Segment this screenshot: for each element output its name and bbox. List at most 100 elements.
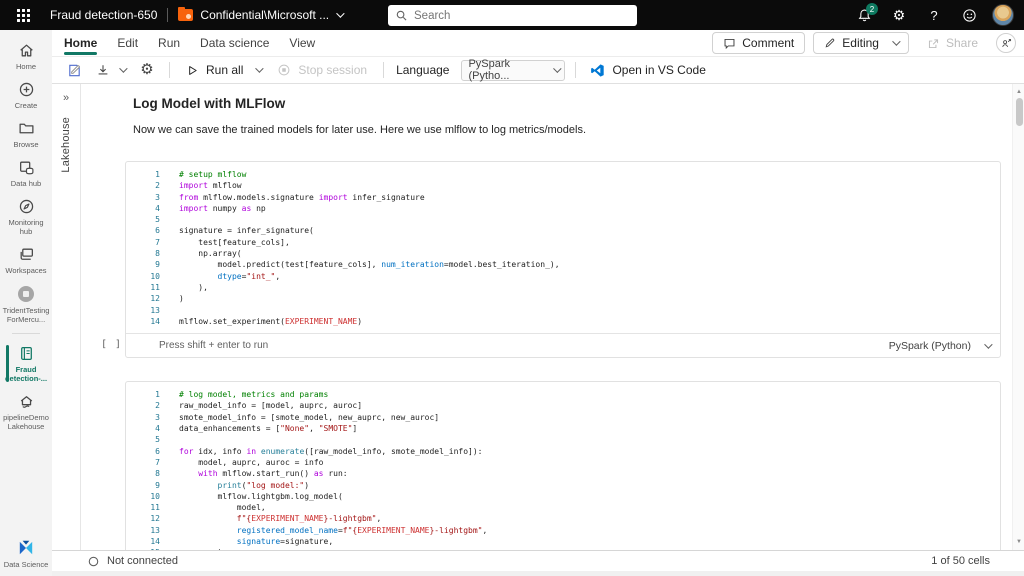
- create-icon: [18, 81, 35, 98]
- export-button[interactable]: [90, 59, 131, 81]
- workspace-breadcrumb[interactable]: Confidential\Microsoft ...: [200, 8, 329, 22]
- notebook-canvas: Log Model with MLFlow Now we can save th…: [81, 84, 1012, 550]
- markdown-description: Now we can save the trained models for l…: [133, 124, 1012, 136]
- kernel-selector[interactable]: PySpark (Python): [889, 340, 990, 352]
- scroll-down-icon[interactable]: ▼: [1013, 536, 1024, 548]
- feedback-button[interactable]: [957, 3, 981, 27]
- sidebar-item-pipelinedemolakehouse[interactable]: pipelineDemoLakehouse: [0, 389, 52, 434]
- notifications-button[interactable]: 2: [852, 3, 876, 27]
- sidebar-item-create[interactable]: Create: [0, 77, 52, 113]
- sidebar-item-browse[interactable]: Browse: [0, 116, 52, 152]
- status-circle-icon: [88, 556, 99, 567]
- editing-mode-button[interactable]: Editing: [813, 32, 909, 54]
- fabric-notebook-app: Fraud detection-650 Confidential\Microso…: [0, 0, 1024, 576]
- settings-button[interactable]: ⚙: [887, 3, 911, 27]
- notification-badge: 2: [866, 3, 878, 15]
- line-number: 11: [126, 282, 160, 293]
- expand-panel-icon[interactable]: »: [63, 93, 69, 103]
- line-number: 12: [126, 293, 160, 304]
- code-editor[interactable]: 1# log model, metrics and params2raw_mod…: [126, 382, 1000, 550]
- menu-tab-data-science[interactable]: Data science: [190, 30, 279, 57]
- code-line: 2raw_model_info = [model, auprc, auroc]: [126, 400, 1000, 411]
- sidebar-item-label: Data hub: [11, 179, 41, 188]
- run-all-button[interactable]: Run all: [180, 59, 267, 81]
- help-icon: ?: [930, 8, 937, 23]
- sidebar-item-data-hub[interactable]: Data hub: [0, 155, 52, 191]
- language-dropdown[interactable]: PySpark (Pytho...: [461, 60, 565, 81]
- code-line: 9 print("log model:"): [126, 480, 1000, 491]
- user-avatar[interactable]: [992, 4, 1014, 26]
- code-line: 11 model,: [126, 502, 1000, 513]
- code-line: 14 signature=signature,: [126, 536, 1000, 547]
- sidebar-item-label: Create: [15, 101, 38, 110]
- markdown-heading: Log Model with MLFlow: [133, 96, 1012, 111]
- search-bar[interactable]: [388, 5, 637, 26]
- line-number: 2: [126, 400, 160, 411]
- code-text: ),: [179, 282, 208, 293]
- lakehouse-icon: [18, 393, 35, 410]
- vertical-scrollbar[interactable]: ▲ ▼: [1012, 84, 1024, 550]
- line-number: 4: [126, 203, 160, 214]
- menu-tab-home[interactable]: Home: [54, 30, 107, 57]
- menu-tab-run[interactable]: Run: [148, 30, 190, 57]
- topbar-divider: [167, 8, 168, 22]
- line-number: 7: [126, 237, 160, 248]
- search-input[interactable]: [414, 10, 614, 22]
- pencil-icon: [824, 37, 836, 49]
- play-icon: [186, 64, 199, 77]
- notebook-settings-button[interactable]: ⚙: [135, 59, 159, 81]
- code-text: f"{EXPERIMENT_NAME}-lightgbm",: [179, 513, 381, 524]
- lakehouse-panel-collapsed: » Lakehouse: [52, 84, 81, 550]
- sidebar-item-label: TridentTestingForMercu...: [2, 306, 50, 324]
- sidebar-item-label: Monitoring hub: [2, 218, 50, 236]
- line-number: 6: [126, 446, 160, 457]
- toolbar-divider: [575, 62, 576, 78]
- line-number: 12: [126, 513, 160, 524]
- chevron-down-icon: [553, 65, 561, 73]
- scrollbar-thumb[interactable]: [1016, 98, 1023, 126]
- sidebar-item-fraud-detection[interactable]: Fraud detection-...: [0, 341, 52, 386]
- stop-session-button[interactable]: Stop session: [271, 59, 373, 81]
- open-vscode-button[interactable]: Open in VS Code: [586, 63, 709, 78]
- data-science-icon: [17, 539, 35, 557]
- code-line: 3from mlflow.models.signature import inf…: [126, 192, 1000, 203]
- workspace-icon: [178, 9, 193, 21]
- code-editor[interactable]: 1# setup mlflow2import mlflow3from mlflo…: [126, 162, 1000, 333]
- comment-button[interactable]: Comment: [712, 32, 805, 54]
- code-text: model, auprc, auroc = info: [179, 457, 324, 468]
- scroll-up-icon[interactable]: ▲: [1013, 86, 1024, 98]
- chevron-down-icon[interactable]: [336, 9, 344, 17]
- collaborators-button[interactable]: [996, 33, 1016, 53]
- line-number: 15: [126, 547, 160, 550]
- browse-icon: [18, 120, 35, 137]
- vscode-icon: [590, 63, 605, 78]
- code-line: 12 f"{EXPERIMENT_NAME}-lightgbm",: [126, 513, 1000, 524]
- sidebar-item-data-science[interactable]: Data Science: [0, 535, 52, 572]
- workspace-avatar-icon: [17, 285, 35, 303]
- sidebar-item-workspaces[interactable]: Workspaces: [0, 242, 52, 278]
- code-text: dtype="int_",: [179, 271, 280, 282]
- code-line: 10 dtype="int_",: [126, 271, 1000, 282]
- data-hub-icon: [18, 159, 35, 176]
- code-line: 4import numpy as np: [126, 203, 1000, 214]
- person-arrow-icon: [1001, 38, 1012, 49]
- sidebar-item-monitoring-hub[interactable]: Monitoring hub: [0, 194, 52, 239]
- code-line: 5: [126, 434, 1000, 445]
- code-line: 6for idx, info in enumerate([raw_model_i…: [126, 446, 1000, 457]
- save-button[interactable]: [62, 59, 86, 81]
- share-button[interactable]: Share: [917, 32, 988, 54]
- chevron-down-icon: [256, 64, 264, 72]
- sidebar-item-home[interactable]: Home: [0, 38, 52, 74]
- connection-status: Not connected: [88, 555, 178, 567]
- app-launcher-icon[interactable]: [8, 0, 38, 30]
- smiley-icon: [962, 8, 977, 23]
- menu-tab-view[interactable]: View: [279, 30, 325, 57]
- share-icon: [927, 37, 940, 50]
- line-number: 9: [126, 480, 160, 491]
- status-bar: Not connected 1 of 50 cells: [52, 550, 1024, 571]
- sidebar-item-tridenttestingformercu[interactable]: TridentTestingForMercu...: [0, 281, 52, 327]
- help-button[interactable]: ?: [922, 3, 946, 27]
- code-text: import mlflow: [179, 180, 242, 191]
- menu-tab-edit[interactable]: Edit: [107, 30, 148, 57]
- code-text: with mlflow.start_run() as run:: [179, 468, 348, 479]
